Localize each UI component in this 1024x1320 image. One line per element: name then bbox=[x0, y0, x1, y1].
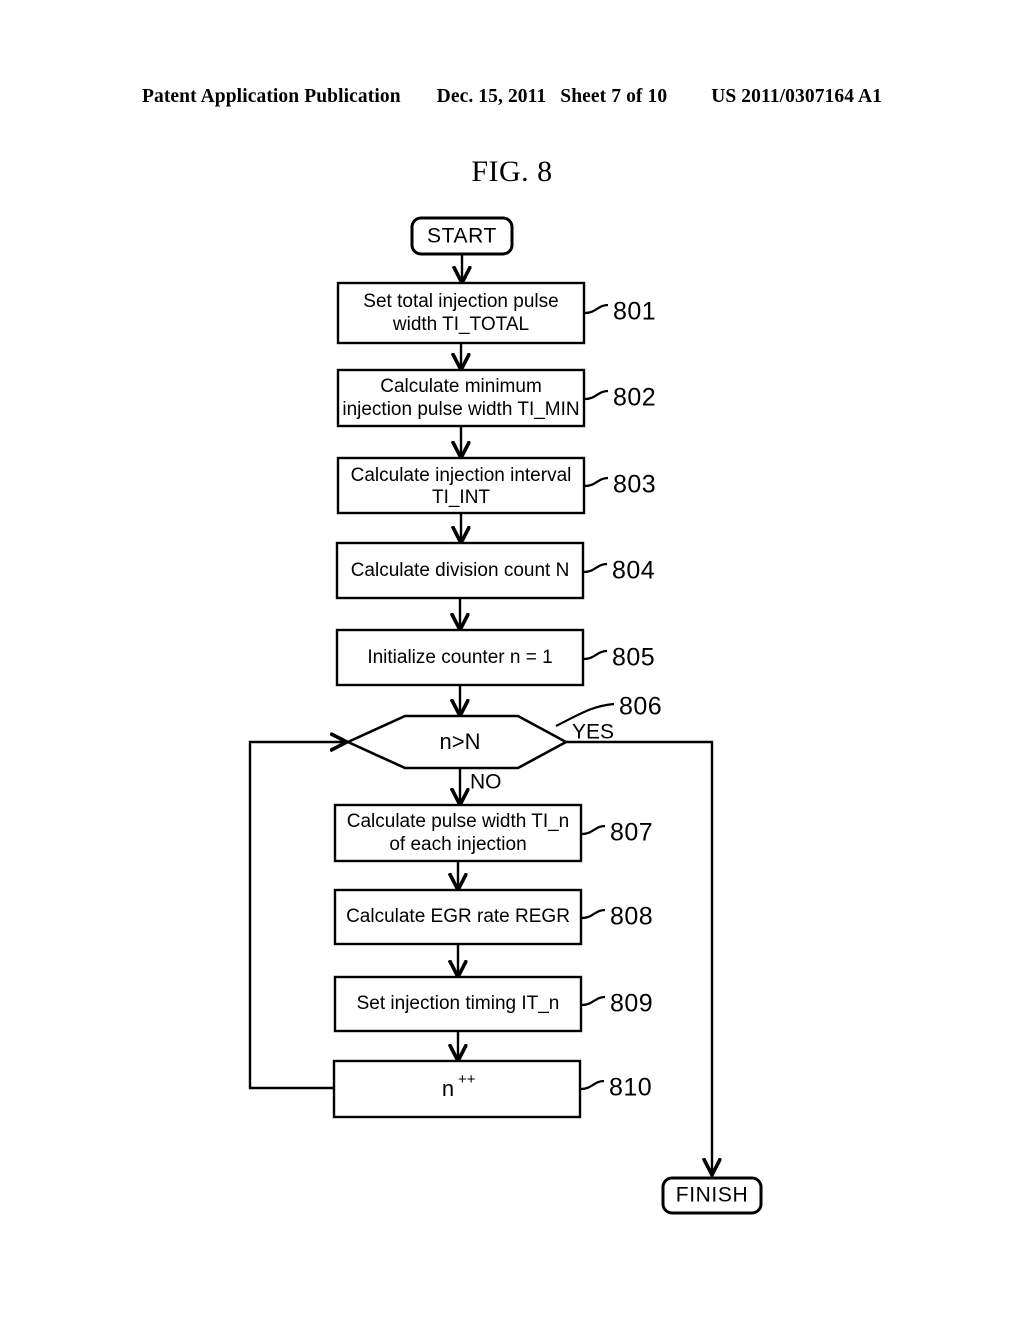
step-810-line1: n bbox=[442, 1076, 454, 1101]
leader-808 bbox=[581, 908, 606, 920]
connector-810-loop-to-806 bbox=[248, 742, 345, 1090]
step-807-line1: Calculate pulse width TI_n bbox=[347, 811, 570, 832]
step-803-line2: TI_INT bbox=[432, 487, 490, 508]
node-step-802: Calculate minimum injection pulse width … bbox=[336, 368, 656, 428]
ref-802: 802 bbox=[613, 384, 656, 412]
ref-810: 810 bbox=[609, 1074, 652, 1102]
leader-805 bbox=[583, 649, 608, 661]
ref-803: 803 bbox=[613, 471, 656, 499]
connector-806-yes-to-finish bbox=[566, 740, 712, 1173]
node-step-801: Set total injection pulse width TI_TOTAL… bbox=[336, 281, 656, 345]
step-804-line1: Calculate division count N bbox=[351, 560, 570, 581]
leader-802 bbox=[584, 389, 609, 401]
decision-806-condition: n>N bbox=[440, 729, 481, 754]
step-801-line2: width TI_TOTAL bbox=[392, 314, 529, 335]
ref-806: 806 bbox=[619, 693, 662, 721]
leader-810 bbox=[580, 1079, 605, 1091]
node-step-808: Calculate EGR rate REGR 808 bbox=[333, 888, 653, 946]
step-808-line1: Calculate EGR rate REGR bbox=[346, 906, 570, 927]
leader-807 bbox=[581, 824, 606, 836]
ref-809: 809 bbox=[610, 990, 653, 1018]
ref-807: 807 bbox=[610, 819, 653, 847]
ref-805: 805 bbox=[612, 644, 655, 672]
patent-figure-page: Patent Application Publication Dec. 15, … bbox=[0, 0, 1024, 1320]
node-step-807: Calculate pulse width TI_n of each injec… bbox=[333, 803, 653, 863]
leader-801 bbox=[584, 303, 609, 315]
node-step-810: n ++ 810 bbox=[332, 1059, 652, 1119]
branch-yes-label: YES bbox=[572, 721, 614, 744]
node-start: START bbox=[410, 216, 514, 256]
node-step-805: Initialize counter n = 1 805 bbox=[335, 628, 655, 687]
finish-label: FINISH bbox=[676, 1184, 748, 1207]
node-finish: FINISH bbox=[661, 1176, 763, 1215]
node-step-809: Set injection timing IT_n 809 bbox=[333, 975, 653, 1033]
leader-804 bbox=[583, 562, 608, 574]
ref-801: 801 bbox=[613, 298, 656, 326]
start-label: START bbox=[427, 225, 497, 248]
step-801-line1: Set total injection pulse bbox=[363, 291, 558, 312]
step-810-shape bbox=[332, 1059, 582, 1119]
node-step-804: Calculate division count N 804 bbox=[335, 541, 655, 600]
branch-no-label: NO bbox=[470, 771, 502, 794]
step-802-line2: injection pulse width TI_MIN bbox=[342, 399, 579, 420]
node-step-803: Calculate injection interval TI_INT 803 bbox=[336, 456, 656, 515]
flowchart-diagram: START Set total injection pulse width TI… bbox=[248, 216, 763, 1215]
step-809-line1: Set injection timing IT_n bbox=[357, 993, 560, 1014]
ref-808: 808 bbox=[610, 903, 653, 931]
step-802-line1: Calculate minimum bbox=[380, 376, 542, 397]
leader-809 bbox=[581, 995, 606, 1007]
step-803-line1: Calculate injection interval bbox=[351, 465, 572, 486]
step-807-line2: of each injection bbox=[389, 834, 526, 855]
step-810-line2: ++ bbox=[458, 1071, 476, 1088]
step-805-line1: Initialize counter n = 1 bbox=[367, 647, 552, 668]
leader-803 bbox=[584, 476, 609, 488]
ref-804: 804 bbox=[612, 557, 655, 585]
